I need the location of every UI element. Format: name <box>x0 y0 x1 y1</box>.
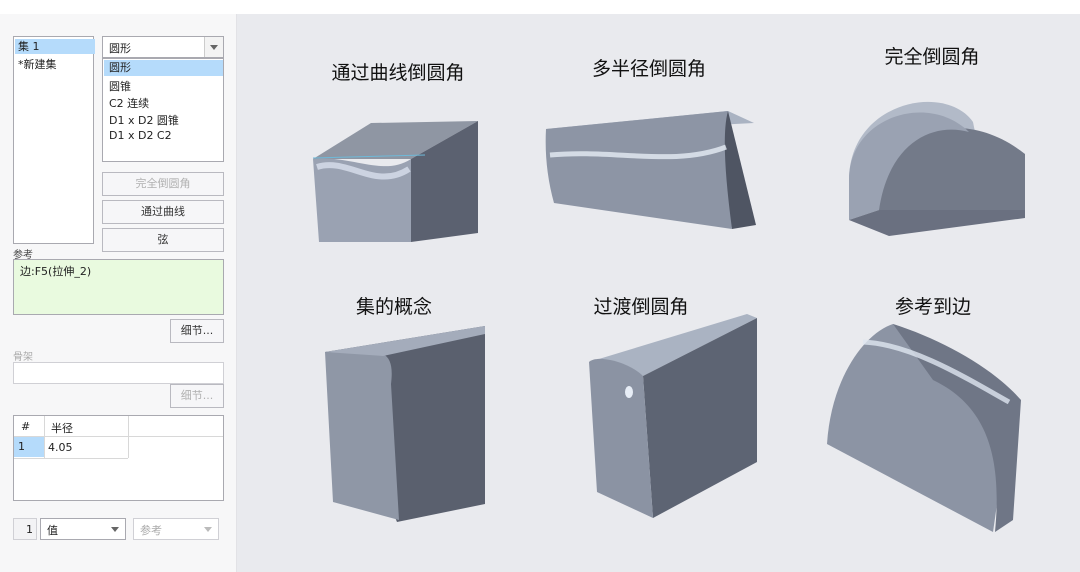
set-concept-model-image <box>325 326 485 522</box>
references-details-button[interactable]: 细节... <box>170 319 224 343</box>
reference-to-edge-model-image <box>827 324 1021 532</box>
spine-details-button[interactable]: 细节... <box>170 384 224 408</box>
set-list[interactable]: 集 1 *新建集 <box>13 36 95 244</box>
example-title-reference-to-edge: 参考到边 <box>894 296 971 318</box>
spine-label: 骨架 <box>13 352 33 363</box>
reference-type-value: 参考 <box>140 524 162 537</box>
shape-select-value: 圆形 <box>109 42 131 55</box>
chevron-down-icon <box>204 527 212 532</box>
examples-area: 通过曲线倒圆角 多半径倒圆角 完全倒圆角 集的概念 过渡倒圆角 参考到边 <box>237 14 1080 572</box>
example-title-full-round: 完全倒圆角 <box>884 46 980 68</box>
example-title-through-curve: 通过曲线倒圆角 <box>331 62 465 84</box>
transition-round-model-image <box>589 314 757 518</box>
value-type-value: 值 <box>47 524 58 537</box>
shape-option[interactable]: 圆形 <box>104 60 223 76</box>
shape-option[interactable]: C2 连续 <box>109 95 149 111</box>
shape-option[interactable]: D1 x D2 C2 <box>109 129 172 142</box>
shape-option[interactable]: D1 x D2 圆锥 <box>109 112 179 128</box>
full-round-button[interactable]: 完全倒圆角 <box>102 172 224 196</box>
value-type-select[interactable]: 值 <box>40 518 126 540</box>
reference-type-select[interactable]: 参考 <box>133 518 219 540</box>
radius-row-index: 1 <box>14 437 44 457</box>
set-list-item-1[interactable]: 集 1 <box>15 39 95 54</box>
chevron-down-icon <box>210 45 218 50</box>
chord-button[interactable]: 弦 <box>102 228 224 252</box>
references-collector[interactable]: 边:F5(拉伸_2) <box>13 259 224 315</box>
table-row[interactable]: 1 4.05 <box>14 437 223 457</box>
radius-table[interactable]: # 半径 1 4.05 <box>13 415 224 501</box>
set-list-item-new[interactable]: *新建集 <box>18 56 57 72</box>
radius-row-value[interactable]: 4.05 <box>48 441 73 454</box>
shape-select-arrow[interactable] <box>204 37 223 57</box>
shape-select[interactable]: 圆形 <box>102 36 224 58</box>
bottom-index-field[interactable]: 1 <box>13 518 37 540</box>
shape-option[interactable]: 圆锥 <box>109 78 131 94</box>
example-title-set-concept: 集的概念 <box>355 296 432 318</box>
shape-dropdown-list[interactable]: 圆形 圆锥 C2 连续 D1 x D2 圆锥 D1 x D2 C2 <box>102 58 224 162</box>
references-value: 边:F5(拉伸_2) <box>20 265 92 278</box>
round-set-panel: 集 1 *新建集 圆形 圆形 圆锥 C2 连续 D1 x D2 圆锥 D1 x … <box>0 14 237 572</box>
through-curve-model-image <box>313 121 478 242</box>
example-title-multi-radius: 多半径倒圆角 <box>591 58 706 80</box>
through-curve-button[interactable]: 通过曲线 <box>102 200 224 224</box>
spine-collector[interactable] <box>13 362 224 384</box>
chevron-down-icon <box>111 527 119 532</box>
multi-radius-model-image <box>545 111 756 229</box>
radius-table-header-index: # <box>21 420 31 433</box>
radius-table-header-radius: 半径 <box>51 422 73 435</box>
full-round-model-image <box>849 101 1025 236</box>
